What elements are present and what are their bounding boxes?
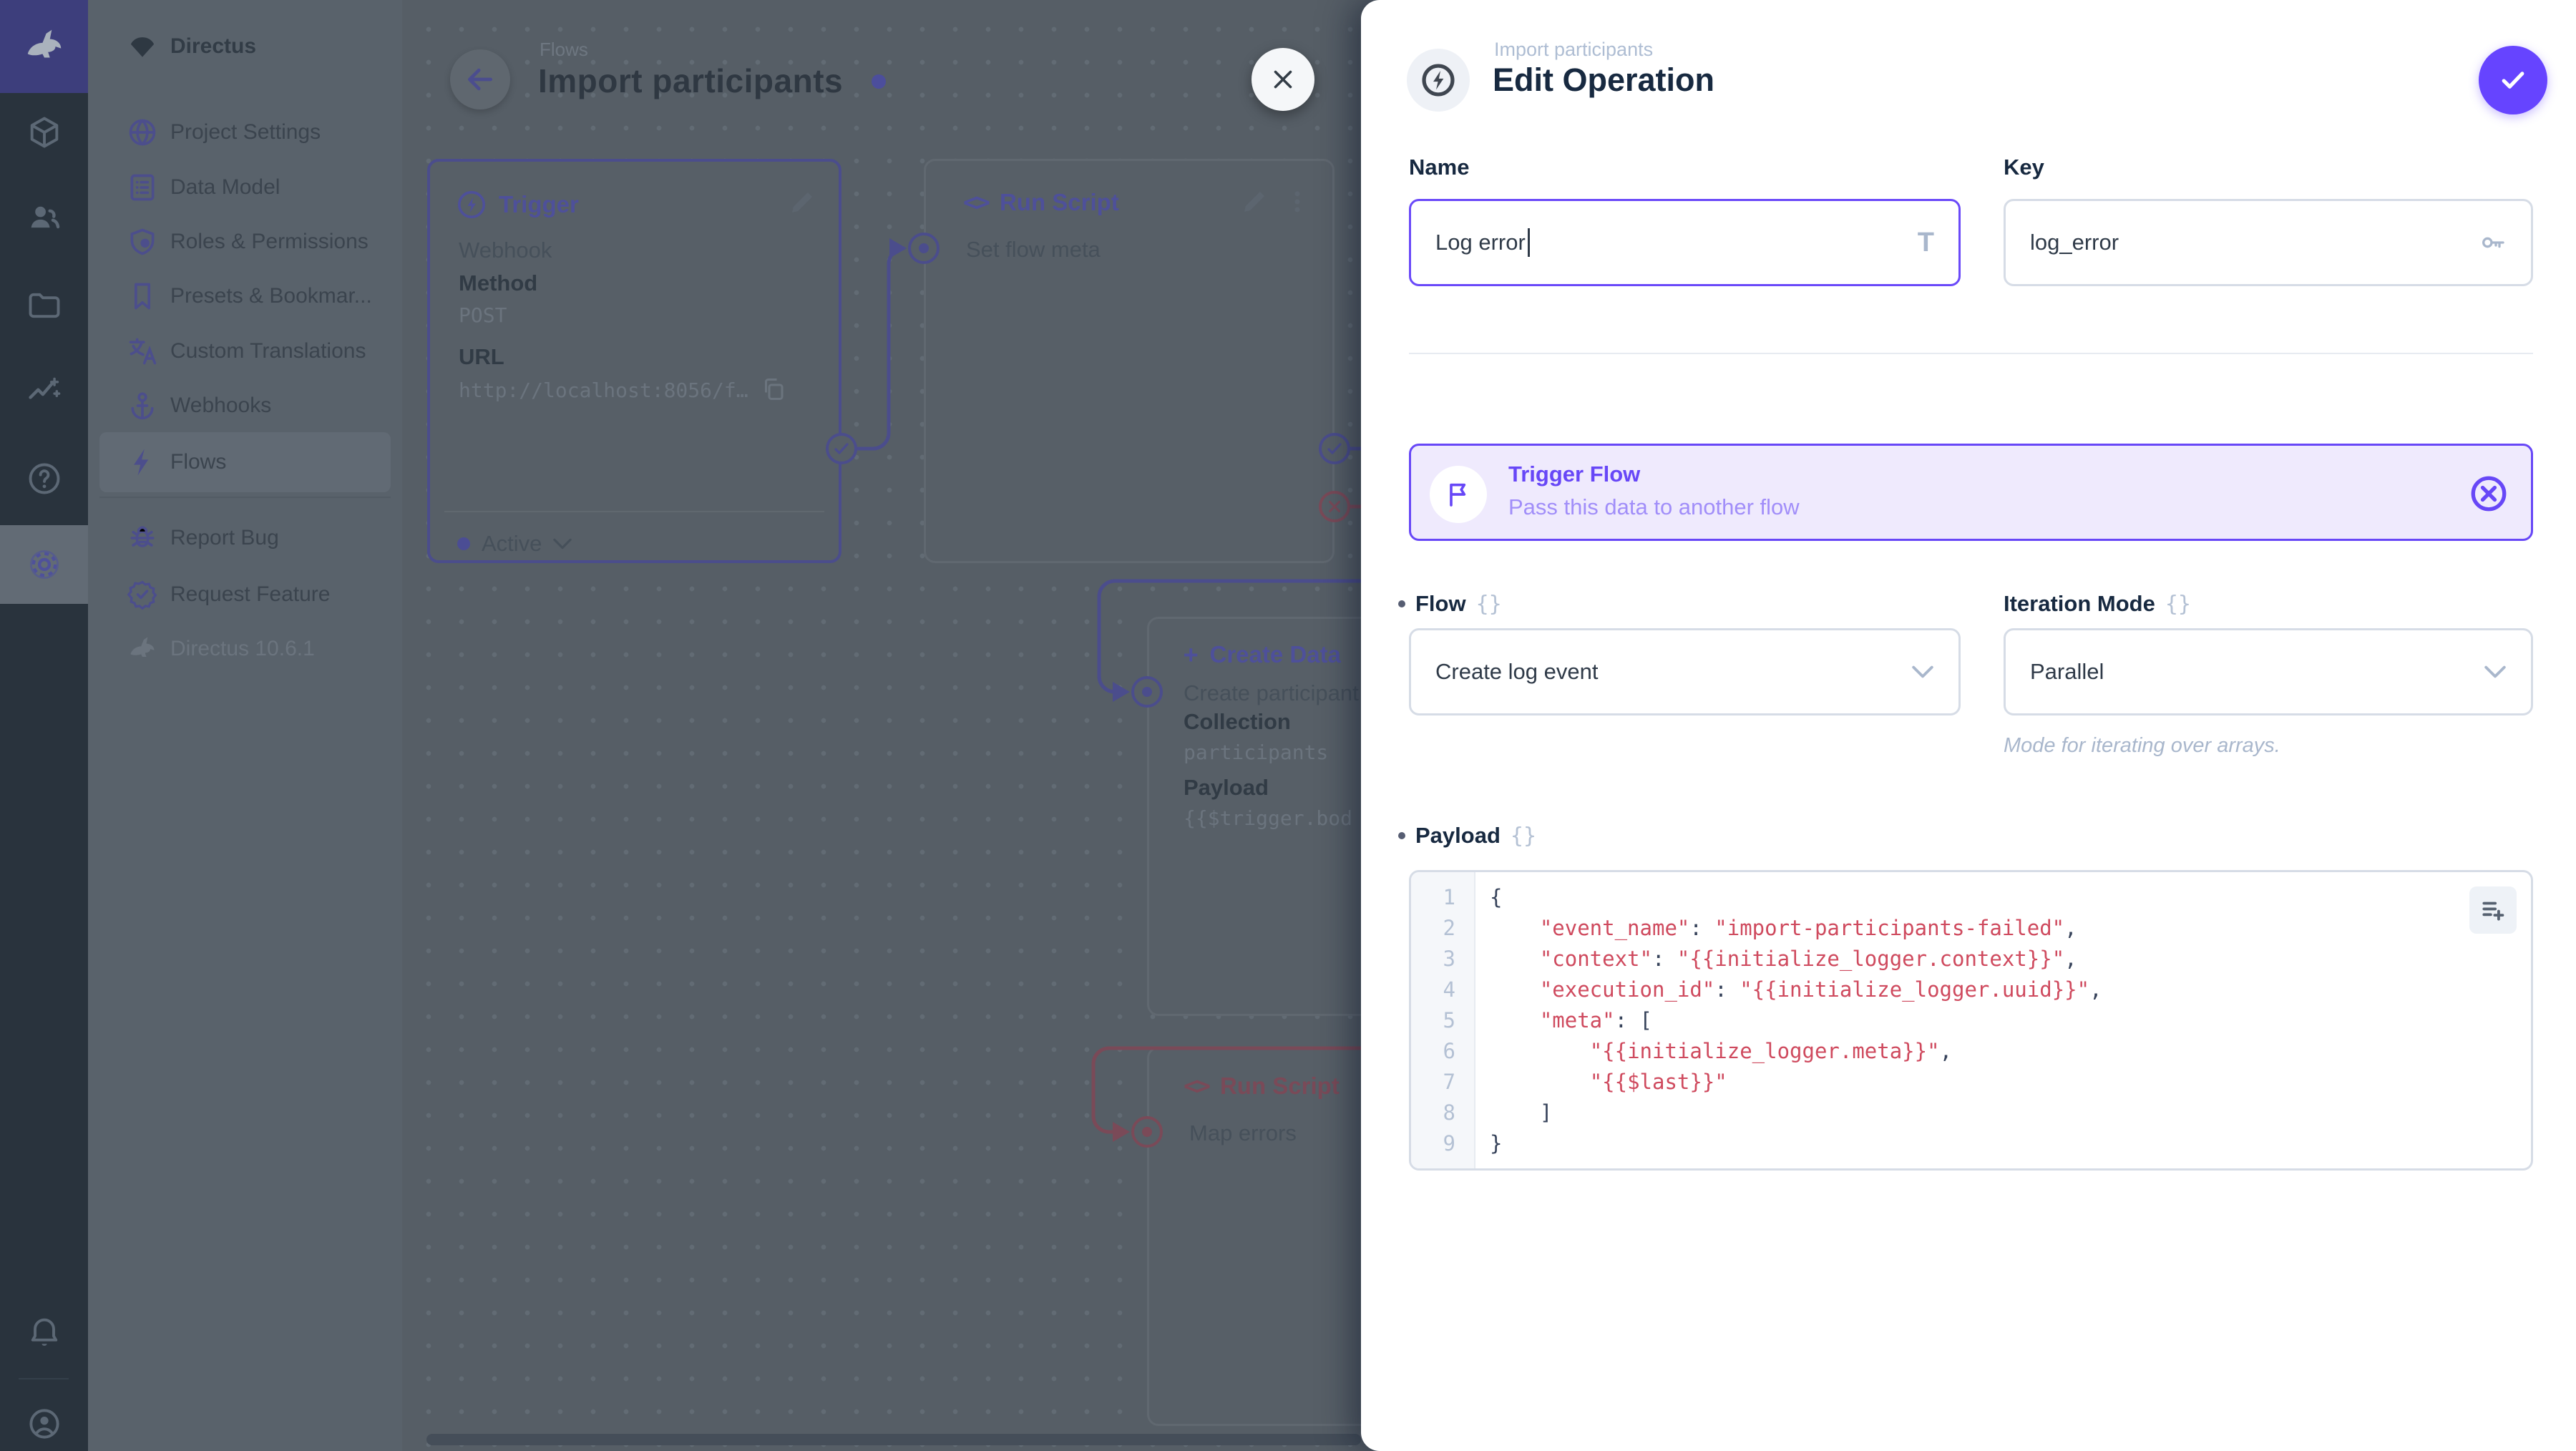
code-line: 5 "meta": [: [1411, 1005, 2531, 1036]
flow-select-value: Create log event: [1435, 659, 1599, 684]
close-icon: [1274, 70, 1292, 89]
code-line: 4 "execution_id": "{{initialize_logger.u…: [1411, 974, 2531, 1005]
check-icon: [834, 443, 849, 454]
key-input[interactable]: log_error: [2004, 199, 2533, 286]
flag-icon: [1450, 483, 1466, 507]
radio-dot-icon: [1142, 687, 1152, 697]
circle-x-icon: [2471, 476, 2507, 512]
line-number: 1: [1443, 885, 1455, 909]
edit-operation-drawer: Import participants Edit Operation Name …: [1361, 0, 2576, 1451]
name-input[interactable]: Log error T: [1409, 199, 1961, 286]
drawer-breadcrumb[interactable]: Import participants: [1494, 39, 1653, 61]
line-number: 6: [1443, 1039, 1455, 1063]
iteration-select-value: Parallel: [2030, 659, 2104, 684]
app-root: Flows Import participants Trigger Webhoo…: [0, 0, 2576, 1451]
create-data-input-node: [1131, 676, 1163, 708]
line-number: 5: [1443, 1008, 1455, 1032]
code-text: "meta": [: [1539, 1008, 1652, 1032]
line-number: 4: [1443, 977, 1455, 1002]
chevron-down-icon: [2484, 665, 2506, 678]
check-icon: [2502, 72, 2524, 89]
drawer-title: Edit Operation: [1493, 62, 1715, 98]
remove-trigger-flow-button[interactable]: [2468, 473, 2509, 514]
text-caret: [1527, 228, 1530, 257]
code-line: 9}: [1411, 1128, 2531, 1159]
operation-type-chip: [1407, 49, 1470, 112]
code-line: 7 "{{$last}}": [1411, 1067, 2531, 1098]
radio-dot-icon: [919, 243, 929, 253]
edited-dot-icon: [1398, 600, 1405, 607]
code-line: 3 "context": "{{initialize_logger.contex…: [1411, 944, 2531, 974]
close-flow-editor-button[interactable]: [1252, 48, 1314, 111]
edited-dot-icon: [1398, 832, 1405, 839]
name-field-label: Name: [1409, 155, 1469, 180]
key-label-text: Key: [2004, 155, 2044, 180]
code-text: {: [1490, 885, 1503, 909]
flow-select[interactable]: Create log event: [1409, 628, 1961, 715]
raw-value-icon[interactable]: {}: [1476, 592, 1502, 617]
code-line: 6 "{{initialize_logger.meta}}",: [1411, 1036, 2531, 1067]
name-input-value: Log error: [1435, 230, 1526, 255]
title-format-icon[interactable]: T: [1918, 228, 1934, 258]
iteration-mode-field-label: Iteration Mode {}: [2004, 591, 2191, 617]
line-number: 2: [1443, 916, 1455, 940]
code-text: "context": "{{initialize_logger.context}…: [1539, 947, 2077, 971]
section-divider: [1409, 353, 2533, 354]
code-text: "execution_id": "{{initialize_logger.uui…: [1539, 977, 2102, 1002]
payload-code-editor[interactable]: 1{ 2 "event_name": "import-participants-…: [1409, 870, 2533, 1171]
bolt-circle-icon: [1422, 64, 1455, 97]
line-number: 9: [1443, 1131, 1455, 1156]
banner-subtitle: Pass this data to another flow: [1508, 494, 1800, 519]
chevron-down-icon: [1912, 665, 1933, 678]
check-icon: [1327, 443, 1342, 454]
payload-label-text: Payload: [1415, 823, 1501, 848]
code-text: }: [1490, 1131, 1503, 1156]
code-text: ]: [1490, 1100, 1553, 1125]
save-button[interactable]: [2479, 46, 2547, 114]
expand-editor-button[interactable]: [2469, 886, 2517, 934]
key-icon: [2482, 237, 2504, 248]
iteration-label-text: Iteration Mode: [2004, 591, 2155, 616]
trigger-resolve-node: [826, 433, 857, 464]
line-number: 3: [1443, 947, 1455, 971]
map-errors-input-node: [1131, 1116, 1163, 1148]
editor-rows: 1{ 2 "event_name": "import-participants-…: [1411, 882, 2531, 1159]
flow-field-label: Flow {}: [1398, 591, 1502, 617]
run-script-reject-node: [1319, 491, 1350, 522]
payload-field-label: Payload {}: [1398, 823, 1536, 849]
run-script-input-node: [908, 233, 940, 264]
x-icon: [1329, 501, 1340, 512]
flag-chip: [1430, 466, 1487, 523]
code-text: "{{initialize_logger.meta}}",: [1589, 1039, 1953, 1063]
key-input-value: log_error: [2030, 230, 2119, 255]
list-plus-icon: [2482, 902, 2504, 921]
code-text: "event_name": "import-participants-faile…: [1539, 916, 2077, 940]
line-number: 8: [1443, 1100, 1455, 1125]
flow-label-text: Flow: [1415, 591, 1466, 616]
radio-dot-icon: [1142, 1127, 1152, 1137]
line-number: 7: [1443, 1070, 1455, 1094]
raw-value-icon[interactable]: {}: [2165, 592, 2191, 617]
iteration-mode-note: Mode for iterating over arrays.: [2004, 734, 2280, 757]
code-text: "{{$last}}": [1589, 1070, 1727, 1094]
name-label-text: Name: [1409, 155, 1470, 180]
code-line: 2 "event_name": "import-participants-fai…: [1411, 913, 2531, 944]
trigger-flow-banner[interactable]: Trigger Flow Pass this data to another f…: [1409, 444, 2533, 541]
code-line: 1{: [1411, 882, 2531, 913]
raw-value-icon[interactable]: {}: [1511, 824, 1536, 849]
banner-title: Trigger Flow: [1508, 461, 1641, 487]
code-line: 8 ]: [1411, 1098, 2531, 1128]
key-field-label: Key: [2004, 155, 2044, 180]
run-script-resolve-node: [1319, 433, 1350, 464]
iteration-mode-select[interactable]: Parallel: [2004, 628, 2533, 715]
